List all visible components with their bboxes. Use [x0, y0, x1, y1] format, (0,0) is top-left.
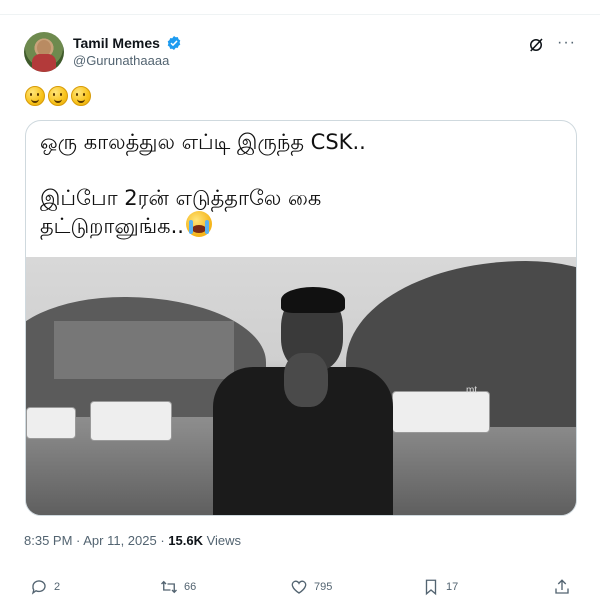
- man-hair: [281, 287, 345, 313]
- action-bar: 2 66 795 17: [0, 578, 600, 600]
- meme-line-1: ஒரு காலத்துல எப்டி இருந்த CSK..: [40, 130, 366, 154]
- like-button[interactable]: 795: [290, 578, 332, 596]
- top-divider: [0, 14, 600, 15]
- reply-count: 2: [54, 581, 61, 593]
- blurred-region: [54, 321, 234, 379]
- reply-button[interactable]: 2: [30, 578, 60, 596]
- car-left: [26, 407, 76, 439]
- share-button[interactable]: [553, 578, 571, 596]
- tweet-emoji-text: [25, 86, 91, 108]
- man-hand: [284, 353, 328, 407]
- meme-line-3: தட்டுறானுங்க..: [40, 214, 184, 238]
- meme-line-2: இப்போ 2ரன் எடுத்தாலே கை: [40, 186, 322, 210]
- views-label: Views: [203, 533, 242, 548]
- share-icon: [555, 579, 569, 594]
- verified-badge-icon: [167, 36, 181, 50]
- bookmark-icon: [425, 579, 437, 596]
- meme-caption: ஒரு காலத்துல எப்டி இருந்த CSK.. இப்போ 2ர…: [40, 129, 560, 239]
- media-card[interactable]: ஒரு காலத்துல எப்டி இருந்த CSK.. இப்போ 2ர…: [25, 120, 577, 516]
- car-right: [392, 391, 490, 433]
- slight-smile-emoji-icon: [25, 86, 45, 106]
- bookmark-button[interactable]: 17: [422, 578, 458, 596]
- car-mid: [90, 401, 172, 441]
- reply-icon: [31, 580, 46, 595]
- like-count: 795: [314, 581, 333, 593]
- meme-photo[interactable]: mt: [26, 257, 576, 515]
- views-count: 15.6K: [168, 533, 203, 548]
- retweet-count: 66: [184, 581, 197, 593]
- user-handle[interactable]: @Gurunathaaaa: [73, 53, 169, 68]
- slight-smile-emoji-icon: [48, 86, 68, 106]
- grok-icon[interactable]: [527, 36, 545, 54]
- watermark: mt: [466, 385, 478, 396]
- timestamp[interactable]: 8:35 PM · Apr 11, 2025 ·: [24, 533, 168, 548]
- more-icon[interactable]: ···: [557, 34, 576, 52]
- display-name[interactable]: Tamil Memes: [73, 35, 160, 51]
- retweet-icon: [161, 580, 177, 594]
- crying-emoji-icon: [185, 211, 212, 237]
- meme-line-3-wrap: தட்டுறானுங்க..: [40, 211, 560, 239]
- avatar-shirt: [32, 54, 56, 72]
- tweet-metadata: 8:35 PM · Apr 11, 2025 · 15.6K Views: [24, 533, 241, 548]
- heart-icon: [291, 580, 307, 594]
- retweet-button[interactable]: 66: [160, 578, 196, 596]
- slight-smile-emoji-icon: [71, 86, 91, 106]
- avatar[interactable]: [24, 32, 64, 72]
- bookmark-count: 17: [446, 581, 459, 593]
